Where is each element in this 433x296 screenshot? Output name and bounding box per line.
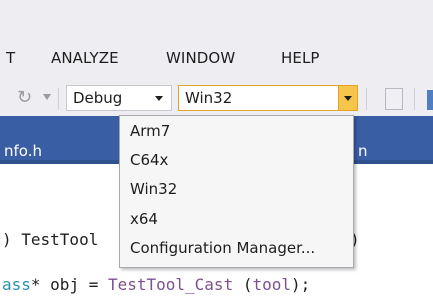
configuration-value: Debug	[73, 89, 123, 107]
code-text: ) TestTool	[2, 230, 99, 249]
disabled-tool-icon	[385, 88, 403, 110]
configuration-combo[interactable]: Debug	[66, 85, 172, 111]
code-text: );	[291, 275, 311, 294]
menu-item-window[interactable]: WINDOW	[166, 49, 235, 67]
dropdown-option-win32[interactable]: Win32	[130, 180, 177, 198]
code-text: (	[233, 275, 253, 294]
dropdown-option-arm7[interactable]: Arm7	[130, 122, 170, 140]
menu-item-analyze[interactable]: ANALYZE	[51, 49, 119, 67]
code-function: TestTool_Cast	[107, 275, 234, 294]
code-parameter: tool	[252, 275, 291, 294]
tab-label-partial[interactable]: n	[358, 142, 368, 160]
code-line-2: ass* obj = TestTool_Cast (tool);	[2, 275, 310, 294]
dropdown-option-x64[interactable]: x64	[130, 210, 158, 228]
dropdown-option-c64x[interactable]: C64x	[130, 151, 168, 169]
platform-value: Win32	[185, 89, 233, 107]
platform-combo[interactable]: Win32	[178, 85, 358, 111]
redo-icon[interactable]: ↻	[17, 87, 39, 109]
chevron-down-icon	[344, 96, 352, 101]
toolbar-separator	[58, 88, 59, 110]
redo-dropdown-arrow-icon[interactable]	[43, 94, 51, 100]
chevron-down-icon[interactable]	[155, 96, 163, 101]
dropdown-option-configuration-manager[interactable]: Configuration Manager...	[130, 239, 315, 257]
menu-bar	[0, 0, 433, 80]
toolbar-separator	[366, 88, 367, 110]
platform-dropdown-button[interactable]	[338, 86, 357, 110]
platform-dropdown-list: Arm7 C64x Win32 x64 Configuration Manage…	[119, 115, 354, 268]
code-text: * obj =	[30, 275, 108, 294]
tool-icon-partial[interactable]	[427, 90, 433, 110]
tab-label[interactable]: nfo.h	[4, 142, 42, 160]
menu-item-partial[interactable]: T	[6, 49, 15, 67]
code-keyword: ass	[2, 275, 31, 294]
menu-item-help[interactable]: HELP	[281, 49, 320, 67]
code-line-1: ) TestTool	[2, 230, 98, 249]
toolbar-separator	[414, 88, 415, 110]
